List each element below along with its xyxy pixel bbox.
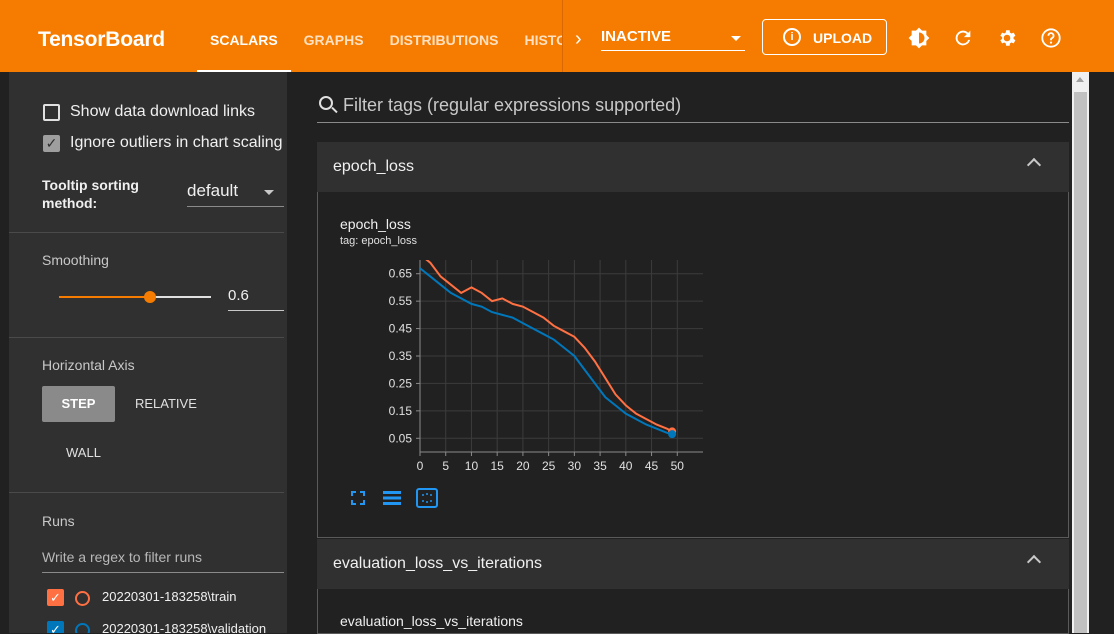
y-tick-label: 0.65 [389,267,413,281]
ignore-outliers-checkbox[interactable]: ✓ [43,135,60,152]
x-tick-label: 40 [619,459,633,473]
inactive-plugin-select[interactable]: INACTIVE [601,28,745,51]
run-color-swatch[interactable] [75,623,90,633]
search-icon [319,96,333,110]
card-title: evaluation_loss_vs_iterations [333,555,543,572]
info-icon: i [783,28,801,46]
horizontal-axis-label: Horizontal Axis [42,357,135,373]
app-title: TensorBoard [38,28,165,51]
divider [9,232,284,233]
run-checkbox[interactable]: ✓ [47,621,64,633]
tag-filter-input[interactable]: Filter tags (regular expressions support… [317,95,1069,123]
card-body-evaluation-loss: evaluation_loss_vs_iterations [317,589,1069,634]
divider [9,492,284,493]
y-tick-label: 0.45 [389,322,413,336]
tab-graphs[interactable]: GRAPHS [291,0,377,72]
tooltip-sorting-select[interactable]: default [187,178,284,207]
chevron-right-icon[interactable]: › [575,29,582,49]
x-tick-label: 45 [645,459,659,473]
main-content: Filter tags (regular expressions support… [297,72,1072,634]
inactive-plugins: › INACTIVE [562,0,753,72]
tab-distributions[interactable]: DISTRIBUTIONS [377,0,512,72]
inactive-select-value: INACTIVE [601,28,672,45]
x-tick-label: 35 [593,459,607,473]
sidebar: Show data download links ✓ Ignore outlie… [9,72,287,633]
upload-label: UPLOAD [813,30,873,46]
card-header-epoch-loss[interactable]: epoch_loss [317,142,1069,192]
train-series-line [425,260,673,433]
show-download-links-label: Show data download links [70,103,256,120]
x-tick-label: 15 [491,459,505,473]
chart-title: epoch_loss [340,216,411,232]
x-tick-label: 20 [516,459,530,473]
plugin-tabs: SCALARSGRAPHSDISTRIBUTIONSHISTOGRAMS [197,0,563,72]
run-name: 20220301-183258\train [102,589,237,604]
axis-relative-button[interactable]: RELATIVE [135,396,197,411]
dropdown-arrow-icon [731,36,741,41]
top-app-bar: TensorBoard SCALARS GRAPHS DISTRIBUTIONS HI… [0,0,1114,72]
x-tick-label: 0 [417,459,424,473]
smoothing-slider-thumb[interactable] [144,291,157,303]
card-header-evaluation-loss[interactable]: evaluation_loss_vs_iterations [317,539,1069,589]
y-tick-label: 0.15 [389,404,413,418]
y-tick-label: 0.35 [389,349,413,363]
chart-title: evaluation_loss_vs_iterations [340,613,523,629]
x-tick-label: 10 [465,459,479,473]
x-tick-label: 50 [671,459,685,473]
run-name: 20220301-183258\validation [102,621,267,633]
validation-last-point [668,430,677,439]
smoothing-slider[interactable] [59,291,211,303]
ignore-outliers-label: Ignore outliers in chart scaling [70,134,283,151]
reload-icon[interactable] [952,27,974,49]
runs-label: Runs [42,513,75,529]
card-body-epoch-loss: epoch_loss tag: epoch_loss 0.05 0.15 0.25 0… [317,192,1069,538]
divider [9,337,284,338]
toggle-log-scale-icon[interactable] [382,490,402,511]
axis-step-button[interactable]: STEP [42,386,115,422]
collapse-chevron-icon[interactable] [1026,554,1042,570]
y-tick-label: 0.25 [389,376,413,390]
smoothing-value: 0.6 [228,287,249,304]
x-tick-label: 5 [442,459,449,473]
page-scrollbar[interactable] [1072,72,1089,633]
collapse-chevron-icon[interactable] [1026,157,1042,173]
y-tick-label: 0.55 [389,294,413,308]
upload-button[interactable]: i UPLOAD [762,19,887,55]
scroll-up-icon[interactable] [1076,77,1084,82]
help-icon[interactable] [1040,27,1062,49]
run-color-swatch[interactable] [75,591,90,606]
smoothing-slider-fill [59,296,151,298]
dropdown-arrow-icon [264,190,274,195]
y-tick-label: 0.05 [389,431,413,445]
chart-tag: tag: epoch_loss [340,235,418,247]
smoothing-value-input[interactable]: 0.6 [228,284,284,311]
card-title: epoch_loss [333,158,414,175]
epoch-loss-chart[interactable]: 0.05 0.15 0.25 0.35 0.45 0.55 0.65 0 5 10 15 20 25 30… [318,252,738,487]
tooltip-sorting-value: default [187,181,239,200]
axis-wall-button[interactable]: WALL [66,445,101,460]
tab-histograms[interactable]: HISTOGRAMS [511,0,563,72]
run-item[interactable]: ✓ 20220301-183258\validation [47,621,287,633]
validation-series-line [420,267,673,436]
fit-domain-icon[interactable] [416,488,438,513]
tag-filter-placeholder: Filter tags (regular expressions support… [343,95,682,115]
tab-scalars[interactable]: SCALARS [197,0,291,72]
scrollbar-thumb[interactable] [1074,92,1087,633]
expand-chart-icon[interactable] [350,490,366,511]
theme-toggle-icon[interactable] [908,27,930,49]
run-filter-placeholder: Write a regex to filter runs [42,549,203,565]
x-tick-label: 30 [568,459,582,473]
tooltip-sorting-label: Tooltip sorting method: [42,177,139,211]
run-checkbox[interactable]: ✓ [47,589,64,606]
smoothing-label: Smoothing [42,252,109,268]
show-download-links-checkbox[interactable] [43,104,60,121]
run-filter-input[interactable]: Write a regex to filter runs [42,546,284,573]
x-tick-label: 25 [542,459,556,473]
settings-icon[interactable] [996,27,1018,49]
